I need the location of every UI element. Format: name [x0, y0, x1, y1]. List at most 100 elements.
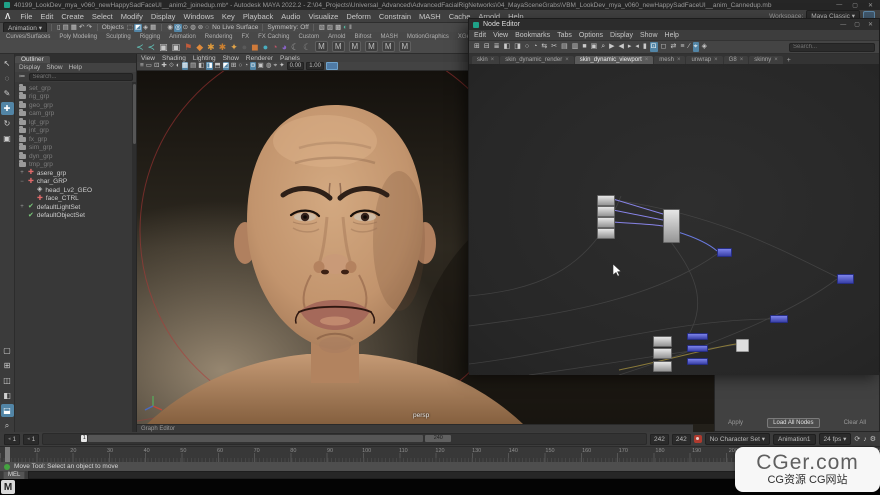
auto-keyframe-icon[interactable]: [694, 435, 702, 443]
menu-display[interactable]: Display: [147, 12, 180, 21]
viewport-toolbar-icon-9[interactable]: ◨: [206, 62, 212, 70]
outliner-item-defaultlightset[interactable]: +✔defaultLightSet: [19, 203, 136, 212]
node-editor-toolbar-icon-8[interactable]: ✂: [550, 42, 558, 52]
viewport-toolbar-icon-12[interactable]: ⊞: [231, 62, 236, 70]
outliner-menu-show[interactable]: Show: [46, 64, 62, 71]
node-editor-menu-display[interactable]: Display: [610, 32, 633, 39]
exposure-field[interactable]: 0.00: [287, 62, 305, 70]
node-editor-toolbar-icon-7[interactable]: ⇆: [540, 42, 548, 52]
shelf-maya-icon-3[interactable]: M: [365, 41, 378, 52]
current-frame-marker[interactable]: [5, 447, 10, 463]
filter-icon[interactable]: ≔: [18, 73, 27, 81]
shelf-icon-3[interactable]: ▣: [172, 41, 181, 53]
graph-node-6[interactable]: [837, 274, 854, 284]
node-editor-tab-skin-dynamic-viewport[interactable]: skin_dynamic_viewport×: [575, 56, 654, 64]
shelf-icon-5[interactable]: ◆: [196, 41, 203, 53]
node-editor-toolbar-icon-13[interactable]: ⌕: [600, 42, 606, 52]
fps-dropdown[interactable]: 24 fps ▾: [819, 433, 852, 445]
tab-close-icon[interactable]: ×: [740, 57, 744, 63]
shelf-icon-1[interactable]: ≺: [148, 41, 156, 53]
view-transform-swatch[interactable]: [326, 62, 338, 70]
graph-node-0[interactable]: [597, 195, 615, 206]
node-editor-toolbar-icon-0[interactable]: ⊞: [473, 42, 481, 52]
move-tool-icon[interactable]: ✚: [1, 102, 14, 115]
graph-node-4[interactable]: [663, 209, 680, 243]
viewport-toolbar-icon-16[interactable]: ▣: [258, 62, 264, 70]
outliner-muted-item[interactable]: fx_grp: [19, 135, 136, 144]
snap-view-plane-icon[interactable]: ⊚: [197, 24, 204, 32]
maximize-button[interactable]: ▢: [849, 2, 861, 9]
audio-icon[interactable]: ♪: [863, 436, 867, 443]
menu-modify[interactable]: Modify: [117, 12, 147, 21]
viewport-toolbar-icon-4[interactable]: ⟐: [169, 62, 174, 70]
rotate-tool-icon[interactable]: ↻: [1, 117, 14, 130]
node-graph-area[interactable]: [469, 64, 879, 375]
tab-close-icon[interactable]: ×: [565, 57, 569, 63]
outliner-item-char-grp[interactable]: −✚char_GRP: [19, 178, 136, 187]
symmetry-dropdown[interactable]: Symmetry: Off: [267, 24, 308, 31]
maya-taskbar-icon[interactable]: M: [1, 480, 15, 494]
node-editor-menu-options[interactable]: Options: [579, 32, 603, 39]
viewport-toolbar-icon-15[interactable]: ⊙: [250, 62, 255, 70]
node-editor-toolbar-icon-16[interactable]: ▸: [627, 42, 633, 52]
snap-curve-icon[interactable]: ◎: [174, 24, 182, 32]
node-editor-close-button[interactable]: ✕: [866, 21, 875, 28]
select-hierarchy-icon[interactable]: ⬚: [126, 24, 134, 32]
expand-toggle-icon[interactable]: −: [19, 179, 25, 185]
outliner-scrollbar[interactable]: [132, 82, 136, 432]
node-editor-menu-show[interactable]: Show: [640, 32, 658, 39]
node-editor-menu-edit[interactable]: Edit: [474, 32, 486, 39]
node-editor-minimize-button[interactable]: —: [838, 22, 848, 28]
undo-icon[interactable]: ↶: [78, 24, 85, 32]
menu-audio[interactable]: Audio: [277, 12, 304, 21]
menu-file[interactable]: File: [16, 12, 36, 21]
outliner-muted-item[interactable]: cam_grp: [19, 110, 136, 119]
menu-mash[interactable]: MASH: [415, 12, 445, 21]
viewport-toolbar-icon-19[interactable]: ✦: [279, 62, 284, 70]
outliner-item-asere-grp[interactable]: +✚asere_grp: [19, 169, 136, 178]
outliner-search-input[interactable]: [29, 73, 134, 81]
anim-end-field[interactable]: 242: [672, 434, 691, 445]
tab-close-icon[interactable]: ×: [714, 57, 718, 63]
shelf-icon-6[interactable]: ✱: [207, 41, 215, 53]
node-editor-toolbar-icon-2[interactable]: ≣: [493, 42, 501, 52]
shelf-icon-4[interactable]: ⚑: [184, 41, 192, 53]
aux-button-load-all-nodes[interactable]: Load All Nodes: [767, 418, 819, 428]
graph-editor-bar[interactable]: Graph Editor: [137, 424, 693, 432]
graph-node-8[interactable]: [653, 348, 672, 359]
playback-start-field[interactable]: ◂1: [23, 434, 39, 445]
viewport-toolbar-icon-5[interactable]: ◐: [176, 62, 180, 70]
viewport-menu-show[interactable]: Show: [223, 55, 239, 62]
outliner-item-face-ctrl[interactable]: ✚face_CTRL: [19, 195, 136, 204]
tab-close-icon[interactable]: ×: [491, 57, 495, 63]
character-set-dropdown[interactable]: No Character Set ▾: [705, 433, 770, 445]
node-editor-tab-g8[interactable]: G8×: [724, 56, 749, 64]
layout-four-pane-icon[interactable]: ⊞: [1, 359, 14, 372]
viewport-toolbar-icon-3[interactable]: ✚: [161, 62, 166, 70]
viewport-toolbar-icon-1[interactable]: ▭: [146, 62, 152, 70]
viewport-toolbar-icon-13[interactable]: ○: [238, 62, 242, 70]
node-editor-toolbar-icon-3[interactable]: ◧: [503, 42, 512, 52]
menu-deform[interactable]: Deform: [342, 12, 375, 21]
lasso-select-tool-icon[interactable]: ◌: [1, 72, 14, 85]
menu-key[interactable]: Key: [218, 12, 239, 21]
layout-two-pane-icon[interactable]: ◫: [1, 374, 14, 387]
viewport-menu-panels[interactable]: Panels: [280, 55, 300, 62]
select-component-icon[interactable]: ◈: [142, 24, 149, 32]
menu-edit[interactable]: Edit: [36, 12, 57, 21]
graph-node-2[interactable]: [597, 217, 615, 228]
node-editor-toolbar-icon-10[interactable]: ▥: [571, 42, 580, 52]
node-editor-menu-view[interactable]: View: [493, 32, 508, 39]
graph-node-12[interactable]: [687, 358, 708, 365]
viewport-toolbar-icon-11[interactable]: ◩: [223, 62, 229, 70]
graph-node-7[interactable]: [653, 336, 672, 347]
shelf-icon-10[interactable]: ◼: [251, 41, 258, 53]
range-slider-start-grip[interactable]: 1: [81, 435, 87, 442]
viewport-toolbar-icon-7[interactable]: ▤: [190, 62, 196, 70]
render-icon[interactable]: ▧: [318, 24, 326, 32]
playback-options-icon[interactable]: ⚙: [870, 435, 876, 443]
live-surface-label[interactable]: No Live Surface: [212, 24, 258, 31]
outliner-item-head-lv2-geo[interactable]: ◈head_Lv2_GEO: [19, 186, 136, 195]
node-editor-toolbar-icon-11[interactable]: ■: [581, 42, 587, 52]
playback-end-field[interactable]: 242: [650, 434, 669, 445]
